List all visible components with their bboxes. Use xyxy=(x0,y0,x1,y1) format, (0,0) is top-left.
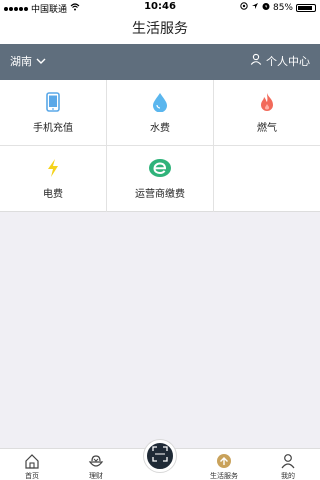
carrier-e-icon xyxy=(107,158,213,178)
navigation-arrow-icon xyxy=(251,2,259,13)
service-mobile-recharge[interactable]: 手机充值 xyxy=(0,80,107,146)
battery-icon xyxy=(296,3,316,12)
service-label: 燃气 xyxy=(257,123,277,134)
region-selector[interactable]: 湖南 xyxy=(10,44,46,80)
service-gas[interactable]: 燃气 xyxy=(214,80,320,146)
region-label: 湖南 xyxy=(10,55,32,68)
tab-finance[interactable]: 理财 xyxy=(64,449,128,480)
tab-label: 我的 xyxy=(281,472,295,480)
tab-life-service[interactable]: 生活服务 xyxy=(192,449,256,480)
tab-home[interactable]: 首页 xyxy=(0,449,64,480)
battery-percent: 85% xyxy=(272,2,293,13)
life-service-icon xyxy=(192,453,256,469)
service-label: 水费 xyxy=(150,123,170,134)
tab-mine[interactable]: 我的 xyxy=(256,449,320,480)
lightning-icon xyxy=(0,158,106,178)
status-right: 85% xyxy=(240,2,316,13)
person-icon xyxy=(256,453,320,469)
service-label: 电费 xyxy=(43,189,63,200)
water-drop-icon xyxy=(107,92,213,112)
tab-label: 理财 xyxy=(89,472,103,480)
alarm-icon xyxy=(262,2,270,13)
service-water[interactable]: 水费 xyxy=(107,80,214,146)
service-grid: 手机充值 水费 燃气 电费 运营商缴费 xyxy=(0,80,320,212)
chevron-down-icon xyxy=(36,44,46,80)
service-electricity[interactable]: 电费 xyxy=(0,146,107,212)
service-carrier-payment[interactable]: 运营商缴费 xyxy=(107,146,214,212)
status-bar: 中国联通 10:46 85% xyxy=(0,0,320,15)
finance-icon xyxy=(64,453,128,469)
user-center-label: 个人中心 xyxy=(266,55,310,68)
mobile-phone-icon xyxy=(0,92,106,112)
page-title: 生活服务 xyxy=(0,14,320,44)
empty-cell xyxy=(214,146,320,212)
service-label: 运营商缴费 xyxy=(135,189,185,200)
region-bar: 湖南 个人中心 xyxy=(0,44,320,80)
location-icon xyxy=(240,2,248,13)
service-label: 手机充值 xyxy=(33,123,73,134)
tab-label: 生活服务 xyxy=(210,472,238,480)
flame-icon xyxy=(214,92,320,112)
home-icon xyxy=(0,453,64,469)
user-icon xyxy=(250,44,262,80)
tab-label: 首页 xyxy=(25,472,39,480)
scan-icon xyxy=(152,446,168,466)
scan-button[interactable] xyxy=(144,440,176,472)
user-center-link[interactable]: 个人中心 xyxy=(250,44,310,80)
